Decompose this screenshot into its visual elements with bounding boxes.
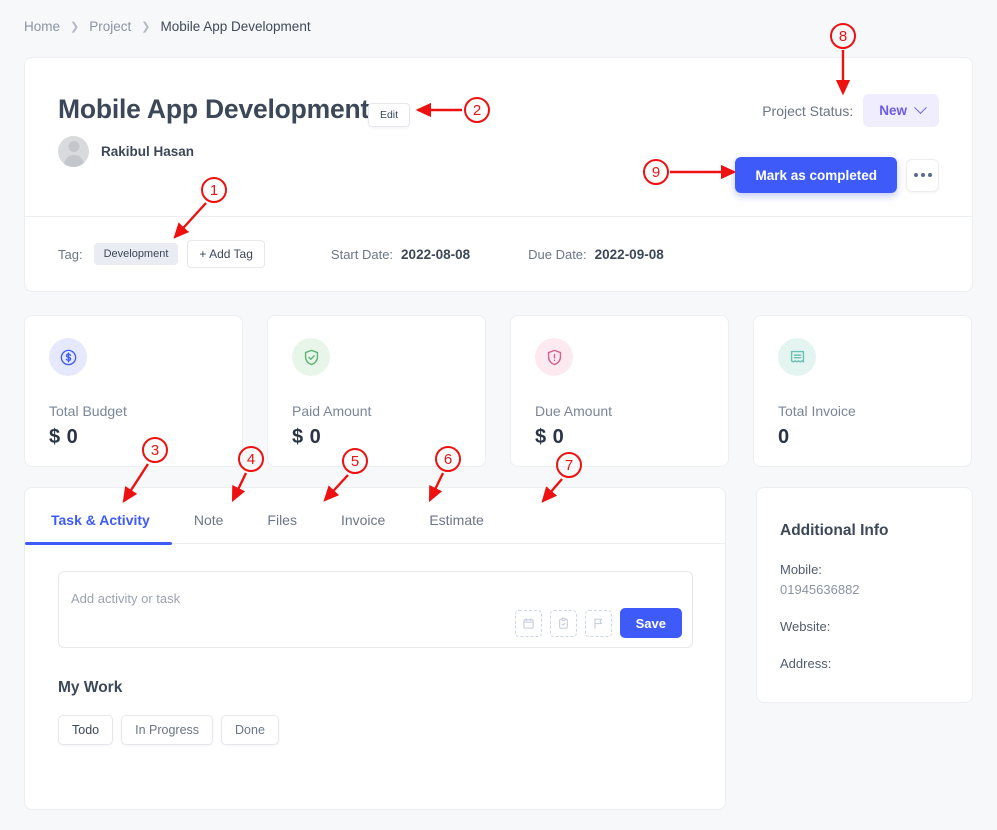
stat-label: Total Budget [49, 403, 127, 419]
filter-done[interactable]: Done [221, 715, 279, 745]
project-meta-row: Tag: Development + Add Tag Start Date: 2… [58, 240, 664, 268]
tab-bar: Task & Activity Note Files Invoice Estim… [25, 488, 725, 545]
breadcrumb-separator-icon: ❯ [70, 21, 80, 33]
tab-task-activity[interactable]: Task & Activity [25, 512, 172, 545]
due-date-value: 2022-09-08 [594, 246, 664, 262]
owner-name: Rakibul Hasan [101, 144, 195, 159]
shield-alert-icon [535, 338, 573, 376]
info-value-mobile: 01945636882 [780, 582, 860, 597]
ellipsis-icon [920, 173, 925, 177]
info-key-website: Website: [780, 619, 831, 634]
more-options-button[interactable] [906, 158, 939, 192]
status-badge: New [879, 103, 907, 118]
page-title: Mobile App Development [58, 94, 370, 124]
chevron-down-icon [914, 101, 927, 115]
stat-value: $ 0 [49, 426, 79, 448]
stat-card-total-budget: Total Budget $ 0 [24, 315, 243, 467]
header-divider [25, 216, 972, 217]
my-work-title: My Work [58, 679, 123, 696]
stat-value: $ 0 [292, 426, 322, 448]
dollar-circle-icon [49, 338, 87, 376]
stat-value: 0 [778, 426, 790, 448]
breadcrumb-item-current: Mobile App Development [160, 19, 311, 34]
shield-check-icon [292, 338, 330, 376]
project-actions: Mark as completed [735, 157, 939, 193]
filter-in-progress[interactable]: In Progress [121, 715, 214, 745]
my-work-filters: Todo In Progress Done [58, 715, 725, 745]
clipboard-check-icon-button[interactable] [549, 609, 577, 637]
info-key-mobile: Mobile: [780, 562, 822, 577]
save-button[interactable]: Save [619, 608, 682, 638]
project-header-card: Mobile App Development Edit Rakibul Hasa… [24, 57, 973, 292]
filter-todo[interactable]: Todo [58, 715, 114, 745]
stat-value: $ 0 [535, 426, 565, 448]
breadcrumb-separator-icon: ❯ [141, 21, 151, 33]
start-date-label: Start Date: [330, 246, 394, 262]
breadcrumb: Home ❯ Project ❯ Mobile App Development [24, 19, 311, 34]
stat-card-paid-amount: Paid Amount $ 0 [267, 315, 486, 467]
info-key-address: Address: [780, 656, 832, 671]
project-status-row: Project Status: New [762, 94, 939, 127]
avatar [58, 136, 89, 167]
tab-files[interactable]: Files [267, 512, 297, 543]
task-activity-panel: Task & Activity Note Files Invoice Estim… [24, 487, 726, 810]
project-status-label: Project Status: [762, 102, 854, 119]
annotation-marker-8: 8 [830, 23, 856, 49]
start-date-group: Start Date: 2022-08-08 [331, 247, 470, 262]
add-tag-button[interactable]: + Add Tag [187, 240, 265, 268]
stat-card-due-amount: Due Amount $ 0 [510, 315, 729, 467]
due-date-label: Due Date: [528, 246, 587, 262]
invoice-icon [778, 338, 816, 376]
stat-label: Due Amount [535, 403, 613, 419]
additional-info-title: Additional Info [780, 522, 889, 539]
tag-label: Tag: [58, 246, 83, 262]
tag-chip-development[interactable]: Development [93, 243, 179, 265]
composer-actions: Save [514, 608, 682, 638]
stat-card-total-invoice: Total Invoice 0 [753, 315, 972, 467]
tab-note[interactable]: Note [194, 512, 224, 543]
calendar-icon-button[interactable] [514, 609, 542, 637]
activity-input-placeholder: Add activity or task [71, 591, 181, 606]
stat-label: Paid Amount [292, 403, 372, 419]
project-header-top: Mobile App Development Edit Rakibul Hasa… [25, 58, 972, 217]
ellipsis-icon [927, 173, 932, 177]
project-status-dropdown[interactable]: New [863, 94, 939, 127]
edit-button[interactable]: Edit [368, 103, 410, 127]
activity-composer[interactable]: Add activity or task Save [58, 571, 693, 648]
project-owner: Rakibul Hasan [58, 136, 194, 167]
breadcrumb-item-home[interactable]: Home [24, 19, 60, 34]
due-date-group: Due Date: 2022-09-08 [528, 247, 664, 262]
breadcrumb-item-project[interactable]: Project [89, 19, 131, 34]
stats-row: Total Budget $ 0 Paid Amount $ 0 Due Amo… [24, 315, 973, 467]
mark-as-completed-button[interactable]: Mark as completed [735, 157, 897, 193]
ellipsis-icon [913, 173, 918, 177]
flag-icon-button[interactable] [584, 609, 612, 637]
tab-estimate[interactable]: Estimate [429, 512, 483, 543]
additional-info-panel: Additional Info Mobile: 01945636882 Webs… [756, 487, 973, 703]
stat-label: Total Invoice [778, 403, 856, 419]
start-date-value: 2022-08-08 [401, 246, 471, 262]
tab-invoice[interactable]: Invoice [341, 512, 385, 543]
